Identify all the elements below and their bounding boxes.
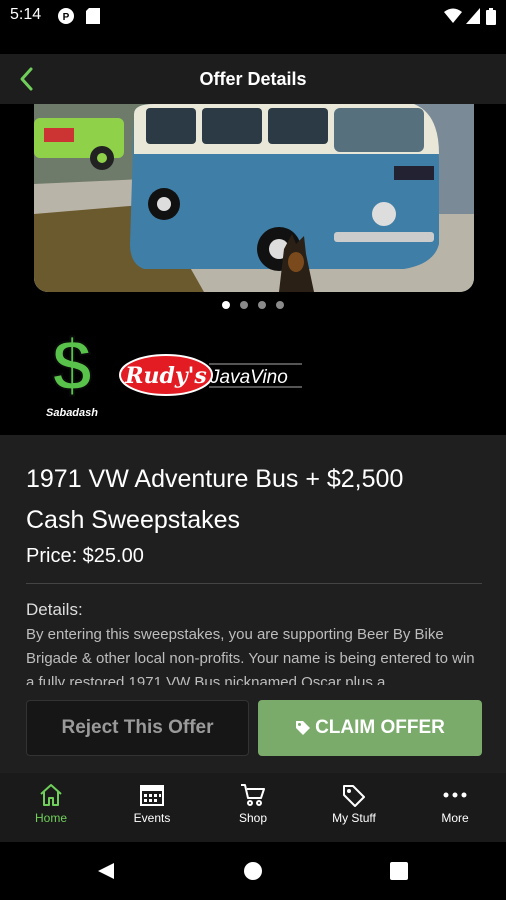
wifi-icon <box>444 8 462 23</box>
offer-actions: Reject This Offer CLAIM OFFER <box>0 685 506 773</box>
calendar-icon <box>140 785 164 806</box>
svg-text:P: P <box>63 12 70 23</box>
divider <box>26 583 482 584</box>
nav-label: My Stuff <box>332 811 376 825</box>
system-back-icon[interactable] <box>96 861 116 881</box>
signal-icon <box>466 8 480 24</box>
svg-text:JavaVino: JavaVino <box>209 367 288 388</box>
details-label: Details: <box>26 600 83 619</box>
sponsor-logos: $ Sabadash Rudy's JavaVino <box>26 325 326 425</box>
tag-icon <box>296 721 311 735</box>
status-time: 5:14 <box>10 6 42 23</box>
tag-icon <box>343 785 365 807</box>
nav-label: Events <box>133 811 171 825</box>
nav-item-shop[interactable]: Shop <box>218 783 288 825</box>
battery-icon <box>486 8 496 25</box>
nav-label: Home <box>34 811 67 825</box>
carousel-dot[interactable] <box>240 301 248 309</box>
app-notification-icon: P <box>58 8 74 24</box>
nav-item-home[interactable]: Home <box>16 783 86 825</box>
more-icon <box>443 792 467 798</box>
sponsor-logo-group: $ Sabadash Rudy's JavaVino <box>46 325 302 419</box>
offer-title: 1971 VW Adventure Bus + $2,500 Cash Swee… <box>26 465 404 534</box>
svg-text:Rudy's: Rudy's <box>124 363 207 389</box>
system-home-icon[interactable] <box>244 862 262 880</box>
carousel-dot[interactable] <box>222 301 230 309</box>
nav-label: More <box>441 811 469 825</box>
vw-bus-image <box>34 104 474 292</box>
reject-offer-button[interactable]: Reject This Offer <box>26 700 249 756</box>
details-text: By entering this sweepstakes, you are su… <box>26 626 475 685</box>
sabadash-logo: $ Sabadash <box>46 325 98 419</box>
carousel-indicator <box>0 296 506 309</box>
home-icon <box>40 784 62 806</box>
nav-item-my-stuff[interactable]: My Stuff <box>319 783 389 825</box>
page-title: Offer Details <box>199 69 307 89</box>
status-bar: 5:14 P <box>0 0 506 32</box>
carousel-dot[interactable] <box>258 301 266 309</box>
javavino-logo: JavaVino <box>209 363 302 388</box>
carousel-dot[interactable] <box>276 301 284 309</box>
cart-icon <box>241 784 265 806</box>
claim-offer-label: CLAIM OFFER <box>315 717 445 738</box>
rudys-logo: Rudy's <box>119 354 213 396</box>
claim-offer-button[interactable]: CLAIM OFFER <box>258 700 482 756</box>
system-navigation-bar <box>0 842 506 900</box>
offer-price: Price: $25.00 <box>26 545 144 567</box>
bottom-navigation: Home Events Shop My Stuff More <box>0 773 506 842</box>
nav-label: Shop <box>238 811 268 825</box>
offer-image-carousel[interactable] <box>34 104 474 292</box>
nav-item-events[interactable]: Events <box>117 783 187 825</box>
sd-card-icon <box>86 8 100 24</box>
system-recents-icon[interactable] <box>390 862 408 880</box>
nav-item-more[interactable]: More <box>420 783 490 825</box>
app-bar: Offer Details <box>0 54 506 104</box>
svg-text:$: $ <box>52 330 92 406</box>
svg-text:Sabadash: Sabadash <box>46 407 98 419</box>
offer-details-panel: 1971 VW Adventure Bus + $2,500 Cash Swee… <box>0 435 506 685</box>
